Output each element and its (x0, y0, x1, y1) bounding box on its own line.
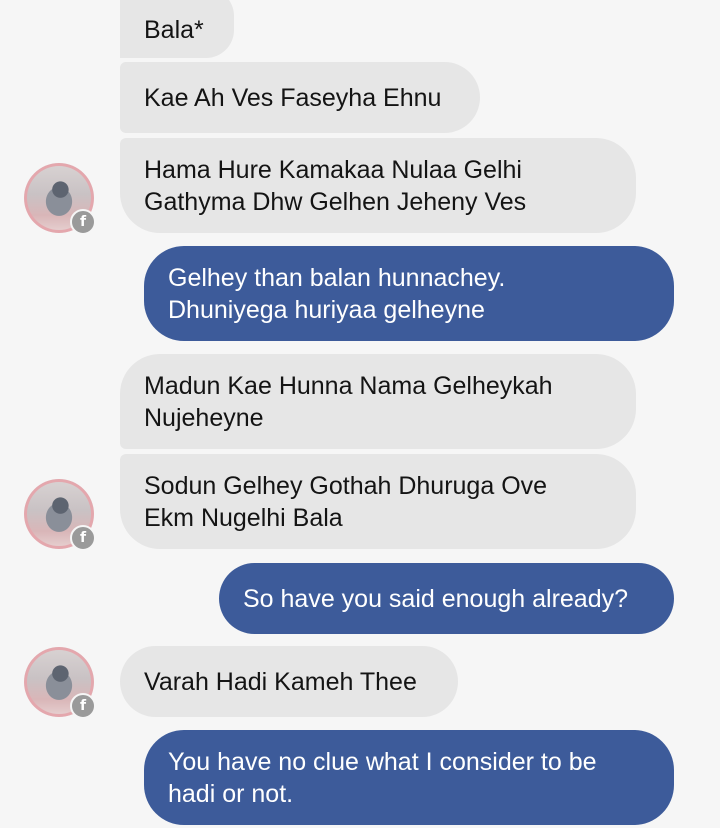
message-bubble-incoming[interactable]: Hama Hure Kamakaa Nulaa Gelhi Gathyma Dh… (120, 138, 636, 233)
contact-avatar[interactable]: f (24, 163, 96, 235)
message-bubble-outgoing[interactable]: You have no clue what I consider to be h… (144, 730, 674, 825)
message-bubble-incoming[interactable]: Kae Ah Ves Faseyha Ehnu (120, 62, 480, 133)
message-bubble-incoming[interactable]: Bala* (120, 0, 234, 58)
message-bubble-outgoing[interactable]: Gelhey than balan hunnachey. Dhuniyega h… (144, 246, 674, 341)
message-text: Bala* (144, 16, 204, 44)
message-bubble-incoming[interactable]: Madun Kae Hunna Nama Gelheykah Nujeheyne (120, 354, 636, 449)
contact-avatar[interactable]: f (24, 479, 96, 551)
contact-avatar[interactable]: f (24, 647, 96, 719)
message-text: Gelhey than balan hunnachey. Dhuniyega h… (168, 263, 506, 324)
facebook-icon: f (70, 525, 96, 551)
facebook-icon: f (70, 693, 96, 719)
message-text: Hama Hure Kamakaa Nulaa Gelhi Gathyma Dh… (144, 155, 527, 216)
message-text: Kae Ah Ves Faseyha Ehnu (144, 83, 442, 112)
message-bubble-incoming[interactable]: Varah Hadi Kameh Thee (120, 646, 458, 717)
message-bubble-outgoing[interactable]: So have you said enough already? (219, 563, 674, 634)
message-text: So have you said enough already? (243, 584, 629, 613)
message-text: Varah Hadi Kameh Thee (144, 667, 417, 696)
message-text: You have no clue what I consider to be h… (168, 747, 597, 808)
message-bubble-incoming[interactable]: Sodun Gelhey Gothah Dhuruga Ove Ekm Nuge… (120, 454, 636, 549)
message-text: Madun Kae Hunna Nama Gelheykah Nujeheyne (144, 371, 553, 432)
facebook-icon: f (70, 209, 96, 235)
message-text: Sodun Gelhey Gothah Dhuruga Ove Ekm Nuge… (144, 471, 548, 532)
